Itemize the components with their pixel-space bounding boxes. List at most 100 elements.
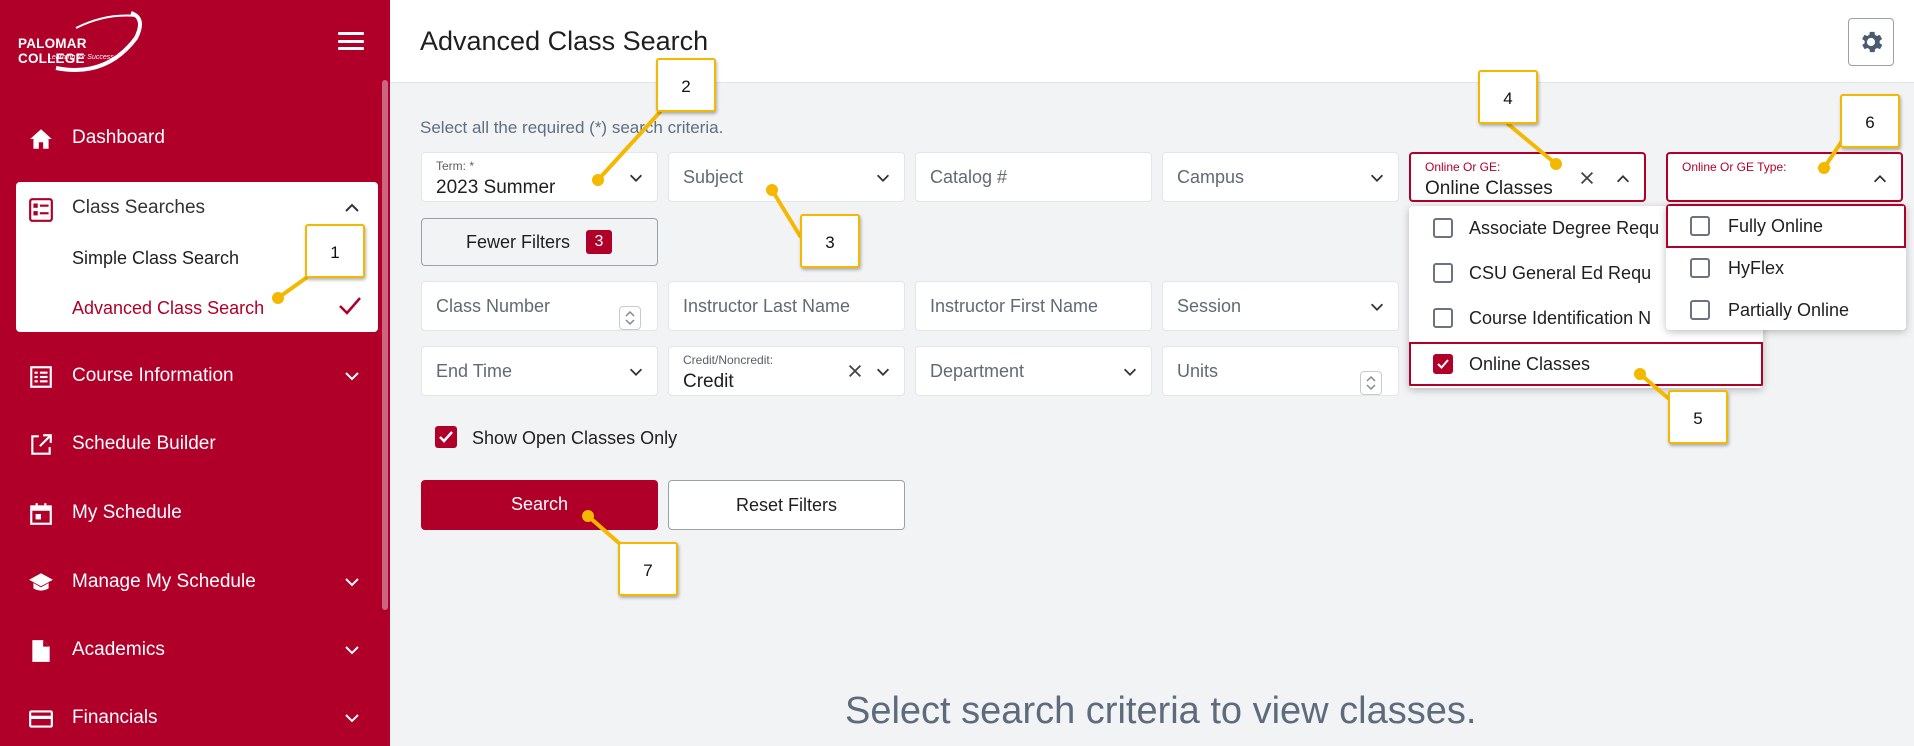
campus-placeholder: Campus <box>1177 167 1245 187</box>
sidebar-item-label: Class Searches <box>72 197 206 218</box>
units-placeholder: Units <box>1177 361 1219 381</box>
option-label: Course Identification N <box>1469 308 1652 328</box>
sidebar-item-label: Academics <box>72 639 165 660</box>
callout-2: 2 <box>656 58 716 112</box>
class-number-placeholder: Class Number <box>436 296 551 316</box>
campus-select[interactable]: Campus <box>1162 152 1399 202</box>
checkbox-checked[interactable] <box>1433 354 1453 374</box>
sidebar-item-label: Dashboard <box>72 127 165 148</box>
term-value: 2023 Summer <box>436 177 556 198</box>
callout-4: 4 <box>1478 70 1538 124</box>
sidebar-item-academics[interactable]: Academics <box>0 622 390 678</box>
clear-icon[interactable] <box>846 362 864 380</box>
checkbox[interactable] <box>1690 258 1710 278</box>
sidebar-item-label: Course Information <box>72 365 234 386</box>
external-link-icon <box>31 434 52 455</box>
term-label: Term: * <box>436 159 475 173</box>
gear-icon <box>1862 31 1883 53</box>
chevron-down-icon <box>876 174 890 182</box>
session-placeholder: Session <box>1177 296 1242 316</box>
logo-text: PALOMAR COLLEGE <box>18 36 87 66</box>
sidebar-item-my-schedule[interactable]: My Schedule <box>0 485 390 541</box>
checkbox[interactable] <box>1433 218 1453 238</box>
chevron-down-icon <box>345 578 359 587</box>
search-button-label: Search <box>510 494 569 514</box>
chevron-down-icon <box>345 646 359 655</box>
department-select[interactable]: Department <box>915 346 1152 396</box>
sidebar: PALOMAR COLLEGE Learning for Success Das… <box>0 0 390 746</box>
term-select[interactable]: Term: * 2023 Summer <box>421 152 658 202</box>
online-or-ge-select[interactable]: Online Or GE: Online Classes <box>1409 152 1646 202</box>
option-online-classes[interactable]: Online Classes <box>1409 342 1763 386</box>
subject-select[interactable]: Subject <box>668 152 905 202</box>
credit-card-icon <box>29 710 53 728</box>
sidebar-item-advanced-class-search[interactable]: Advanced Class Search <box>72 298 264 319</box>
checkbox[interactable] <box>1433 263 1453 283</box>
online-ge-type-dropdown: Fully Online HyFlex Partially Online <box>1666 204 1906 330</box>
credit-value: Credit <box>683 371 734 392</box>
credit-noncredit-select[interactable]: Credit/Noncredit: Credit <box>668 346 905 396</box>
checkbox[interactable] <box>1690 216 1710 236</box>
sidebar-scrollbar[interactable] <box>382 80 388 610</box>
sidebar-item-financials[interactable]: Financials <box>0 690 390 746</box>
sidebar-item-label: Manage My Schedule <box>72 571 256 592</box>
stepper-arrows-icon <box>1366 375 1376 391</box>
chevron-down-icon <box>629 368 643 376</box>
show-open-classes-label[interactable]: Show Open Classes Only <box>472 428 677 449</box>
sidebar-item-manage-my-schedule[interactable]: Manage My Schedule <box>0 554 390 610</box>
checkbox[interactable] <box>1690 300 1710 320</box>
college-logo[interactable]: PALOMAR COLLEGE Learning for Success <box>16 8 156 78</box>
catalog-placeholder: Catalog # <box>930 167 1008 187</box>
end-time-select[interactable]: End Time <box>421 346 658 396</box>
option-hyflex[interactable]: HyFlex <box>1666 246 1906 290</box>
online-or-ge-type-select[interactable]: Online Or GE Type: <box>1666 152 1903 202</box>
checkbox[interactable] <box>1433 308 1453 328</box>
online-ge-type-label: Online Or GE Type: <box>1682 160 1787 174</box>
session-select[interactable]: Session <box>1162 281 1399 331</box>
filter-count-badge: 3 <box>586 230 612 254</box>
instructor-first-name-input[interactable]: Instructor First Name <box>915 281 1152 331</box>
empty-results-message: Select search criteria to view classes. <box>845 690 1477 732</box>
callout-7: 7 <box>618 542 678 596</box>
sidebar-item-label: Financials <box>72 707 158 728</box>
catalog-number-input[interactable]: Catalog # <box>915 152 1152 202</box>
search-button[interactable]: Search <box>421 480 658 530</box>
units-input[interactable]: Units <box>1162 346 1399 396</box>
menu-toggle-icon[interactable] <box>338 32 364 52</box>
end-time-placeholder: End Time <box>436 361 513 381</box>
sidebar-item-course-information[interactable]: Course Information <box>0 348 390 404</box>
number-stepper[interactable] <box>1360 371 1382 395</box>
page-title: Advanced Class Search <box>420 26 709 56</box>
fewer-filters-button[interactable]: Fewer Filters 3 <box>421 218 658 266</box>
instructor-last-name-input[interactable]: Instructor Last Name <box>668 281 905 331</box>
option-fully-online[interactable]: Fully Online <box>1666 204 1906 248</box>
online-ge-value: Online Classes <box>1425 178 1553 199</box>
stepper-arrows-icon <box>625 310 635 326</box>
sidebar-item-dashboard[interactable]: Dashboard <box>0 110 390 166</box>
instructor-first-placeholder: Instructor First Name <box>930 296 1099 316</box>
show-open-classes-checkbox[interactable] <box>435 426 457 448</box>
checkmark-icon <box>339 297 361 315</box>
clear-icon[interactable] <box>1578 169 1596 187</box>
class-number-input[interactable]: Class Number <box>421 281 658 331</box>
checkmark-icon <box>1437 359 1449 369</box>
form-hint: Select all the required (*) search crite… <box>420 118 724 137</box>
settings-button[interactable] <box>1848 18 1894 66</box>
reset-filters-button[interactable]: Reset Filters <box>668 480 905 530</box>
logo-tagline: Learning for Success <box>48 54 114 61</box>
catalog-icon <box>30 366 52 388</box>
online-ge-label: Online Or GE: <box>1425 160 1501 174</box>
reset-button-label: Reset Filters <box>735 495 838 515</box>
sidebar-item-schedule-builder[interactable]: Schedule Builder <box>0 416 390 472</box>
sidebar-item-simple-class-search[interactable]: Simple Class Search <box>72 248 239 269</box>
option-partially-online[interactable]: Partially Online <box>1666 288 1906 330</box>
callout-1: 1 <box>305 224 365 278</box>
document-icon <box>32 640 50 662</box>
option-label: Fully Online <box>1728 216 1824 236</box>
calendar-icon <box>30 503 52 525</box>
number-stepper[interactable] <box>619 306 641 330</box>
instructor-last-placeholder: Instructor Last Name <box>683 296 851 316</box>
chevron-up-icon <box>1873 175 1887 183</box>
sidebar-item-label: My Schedule <box>72 502 182 523</box>
chevron-up-icon <box>1616 175 1630 183</box>
